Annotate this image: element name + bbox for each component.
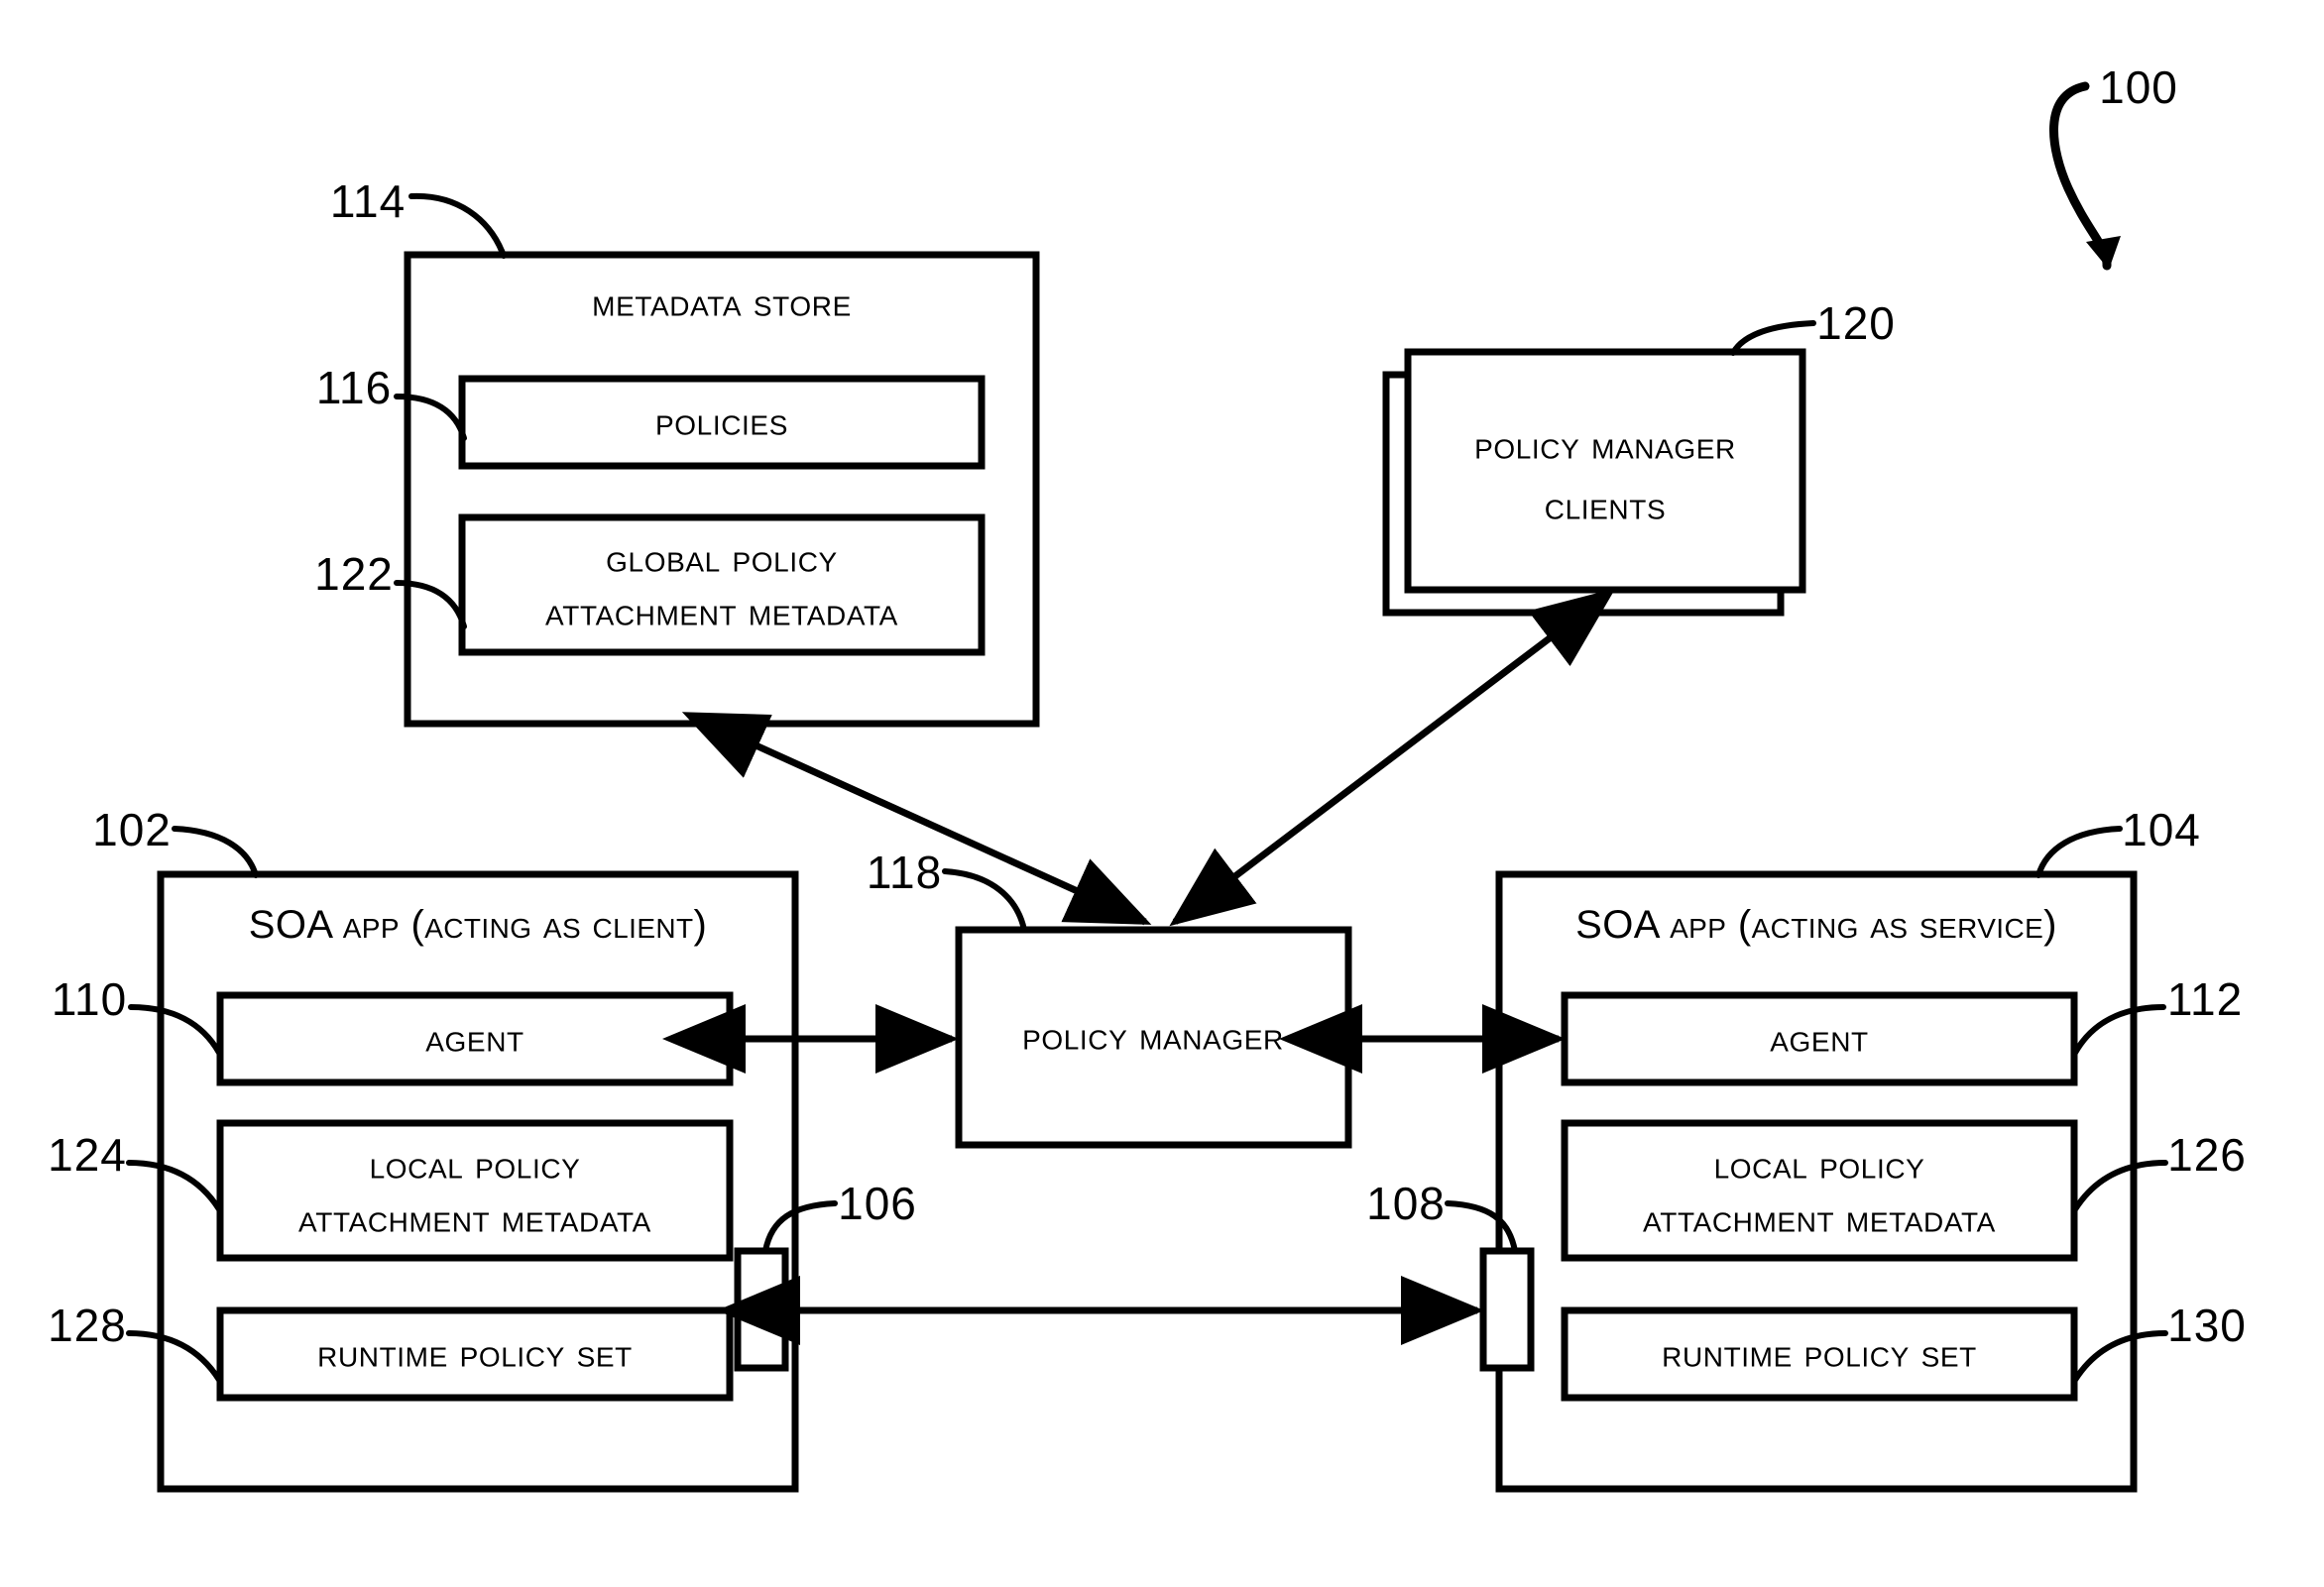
ref-114-group: 114: [330, 175, 507, 259]
global-policy-attachment-metadata-line2: Attachment Metadata: [545, 591, 898, 634]
client-runtime-policy-set-label: Runtime Policy Set: [317, 1332, 633, 1376]
patent-figure-svg: 100 Metadata Store Policies Global Polic…: [48, 61, 2247, 1493]
ref-122: 122: [314, 548, 394, 600]
figure-number-100-group: 100: [2049, 61, 2178, 271]
policies-label: Policies: [655, 400, 788, 444]
soa-app-service-title: SOA App (Acting as service): [1575, 903, 2057, 947]
ref-130: 130: [2167, 1300, 2247, 1351]
ref-114: 114: [330, 175, 406, 227]
soa-app-client-title-prefix: SOA: [249, 903, 343, 947]
service-local-policy-attachment-metadata-line1: Local Policy: [1714, 1144, 1925, 1188]
soa-app-client-title-rest: App (Acting as client): [343, 903, 708, 947]
metadata-store-title: Metadata Store: [592, 282, 852, 325]
ref-124: 124: [48, 1129, 127, 1181]
ref-116: 116: [316, 362, 392, 413]
policy-manager-clients-block[interactable]: Policy Manager Clients: [1382, 348, 1806, 617]
ref-104: 104: [2122, 804, 2201, 855]
metadata-store-block[interactable]: Metadata Store Policies Global Policy At…: [404, 251, 1040, 728]
ref-104-group: 104: [2035, 804, 2201, 878]
ref-114-leader: [408, 192, 507, 259]
connection-metadata-store-policy-manager: [681, 712, 1152, 926]
metadata-store-policy-manager-arrow: [681, 712, 1152, 926]
policy-manager-clients-line2: Clients: [1545, 485, 1666, 528]
ref-110: 110: [52, 973, 127, 1025]
service-runtime-policy-set-label: Runtime Policy Set: [1662, 1332, 1977, 1376]
soa-app-service-block[interactable]: SOA App (Acting as service) Agent Local …: [1479, 870, 2138, 1493]
soa-app-service-title-prefix: SOA: [1575, 903, 1670, 947]
ref-108-group: 108: [1366, 1178, 1518, 1254]
soa-app-client-block[interactable]: SOA App (Acting as client) Agent Local P…: [157, 870, 799, 1493]
ref-112: 112: [2167, 973, 2243, 1025]
client-local-policy-attachment-metadata-line2: Attachment Metadata: [298, 1197, 651, 1241]
figure-number-100: 100: [2099, 61, 2178, 113]
client-agent-label: Agent: [425, 1017, 523, 1061]
soa-app-service-title-rest: App (Acting as service): [1670, 903, 2057, 947]
policy-manager-label: Policy Manager: [1022, 1015, 1284, 1059]
ref-102: 102: [92, 804, 172, 855]
service-connector-port[interactable]: [1479, 1247, 1535, 1372]
ref-118-leader: [942, 868, 1027, 933]
ref-102-group: 102: [92, 804, 259, 878]
service-local-policy-attachment-metadata-line2: Attachment Metadata: [1643, 1197, 1996, 1241]
global-policy-attachment-metadata-line1: Global Policy: [606, 537, 838, 581]
ref-120: 120: [1816, 297, 1896, 349]
policy-manager-clients-box[interactable]: [1404, 348, 1806, 594]
policy-manager-block[interactable]: Policy Manager: [955, 926, 1352, 1149]
client-connector-port[interactable]: [734, 1247, 789, 1372]
ref-108: 108: [1366, 1178, 1446, 1229]
ref-128: 128: [48, 1300, 127, 1351]
ref-118: 118: [867, 847, 942, 898]
client-local-policy-attachment-metadata-line1: Local Policy: [370, 1144, 581, 1188]
ref-126: 126: [2167, 1129, 2247, 1181]
ref-104-leader: [2035, 826, 2123, 878]
service-agent-label: Agent: [1770, 1017, 1868, 1061]
figure-canvas: 100 Metadata Store Policies Global Polic…: [0, 0, 2324, 1587]
soa-app-client-title: SOA App (Acting as client): [249, 903, 708, 947]
ref-106: 106: [838, 1178, 917, 1229]
policy-manager-clients-line1: Policy Manager: [1474, 424, 1736, 468]
ref-102-leader: [172, 826, 259, 878]
ref-120-group: 120: [1730, 297, 1896, 356]
